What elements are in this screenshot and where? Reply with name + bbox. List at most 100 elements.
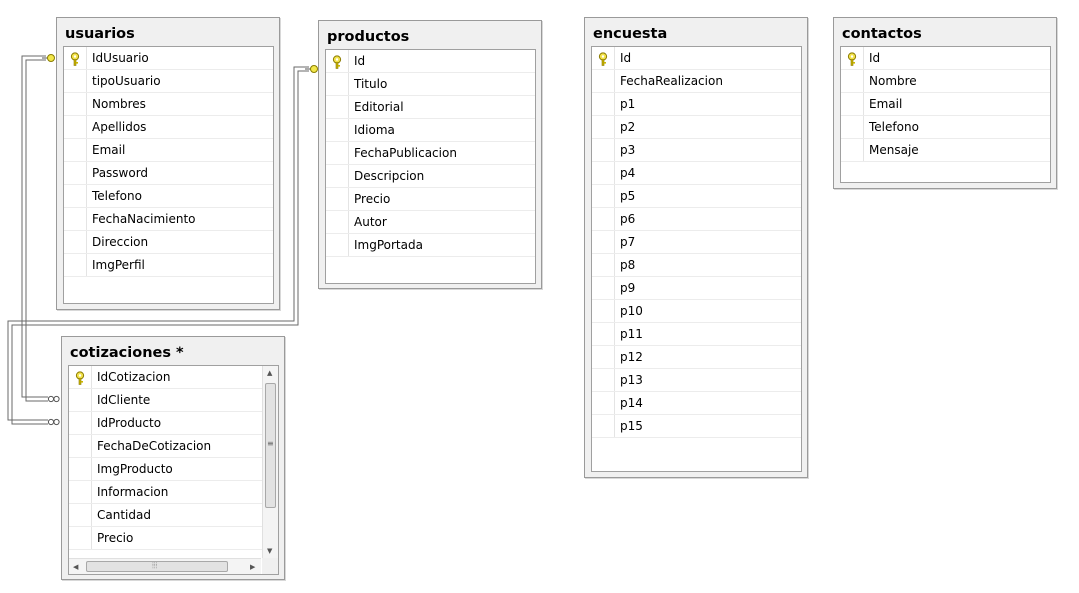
row-selector[interactable]: [326, 50, 349, 72]
scrollbar-thumb[interactable]: ⦙⦙⦙: [86, 561, 228, 572]
row-selector[interactable]: [841, 93, 864, 115]
row-selector[interactable]: [592, 392, 615, 414]
column-row[interactable]: ImgPerfil: [64, 254, 273, 277]
column-row[interactable]: p4: [592, 162, 801, 185]
scroll-left-icon[interactable]: ◀: [73, 563, 78, 571]
row-selector[interactable]: [592, 300, 615, 322]
horizontal-scrollbar[interactable]: ◀ ⦙⦙⦙ ▶: [69, 558, 261, 574]
column-row[interactable]: FechaNacimiento: [64, 208, 273, 231]
row-selector[interactable]: [69, 481, 92, 503]
column-row[interactable]: IdUsuario: [64, 47, 273, 70]
row-selector[interactable]: [592, 369, 615, 391]
column-row[interactable]: Nombre: [841, 70, 1050, 93]
column-row[interactable]: p12: [592, 346, 801, 369]
column-grid[interactable]: Id Nombre Email Telefono Mensaje: [840, 46, 1051, 183]
row-selector[interactable]: [64, 254, 87, 276]
row-selector[interactable]: [64, 139, 87, 161]
column-grid[interactable]: IdCotizacion IdCliente IdProducto FechaDeCo…: [68, 365, 279, 575]
table-contactos[interactable]: contactos Id Nombre Email Telefono Mensaje: [833, 17, 1057, 189]
row-selector[interactable]: [64, 116, 87, 138]
column-row[interactable]: Informacion: [69, 481, 278, 504]
row-selector[interactable]: [64, 208, 87, 230]
row-selector[interactable]: [841, 116, 864, 138]
row-selector[interactable]: [326, 165, 349, 187]
row-selector[interactable]: [326, 188, 349, 210]
row-selector[interactable]: [592, 139, 615, 161]
row-selector[interactable]: [69, 458, 92, 480]
row-selector[interactable]: [592, 47, 615, 69]
column-row[interactable]: Password: [64, 162, 273, 185]
column-row[interactable]: Nombres: [64, 93, 273, 116]
column-row[interactable]: Telefono: [841, 116, 1050, 139]
column-row[interactable]: Precio: [69, 527, 278, 550]
scrollbar-thumb[interactable]: ≡: [265, 383, 276, 508]
column-row[interactable]: FechaPublicacion: [326, 142, 535, 165]
row-selector[interactable]: [326, 211, 349, 233]
row-selector[interactable]: [69, 412, 92, 434]
row-selector[interactable]: [841, 139, 864, 161]
column-row[interactable]: tipoUsuario: [64, 70, 273, 93]
table-cotizaciones[interactable]: cotizaciones * IdCotizacion IdCliente IdPr…: [61, 336, 285, 580]
row-selector[interactable]: [592, 93, 615, 115]
column-row[interactable]: ImgPortada: [326, 234, 535, 257]
column-row[interactable]: Id: [592, 47, 801, 70]
row-selector[interactable]: [64, 185, 87, 207]
column-row[interactable]: p11: [592, 323, 801, 346]
row-selector[interactable]: [64, 231, 87, 253]
column-row[interactable]: IdCliente: [69, 389, 278, 412]
column-row[interactable]: Direccion: [64, 231, 273, 254]
row-selector[interactable]: [64, 162, 87, 184]
column-row[interactable]: p5: [592, 185, 801, 208]
column-row[interactable]: Email: [64, 139, 273, 162]
row-selector[interactable]: [69, 389, 92, 411]
scroll-down-icon[interactable]: ▼: [267, 547, 272, 555]
scroll-right-icon[interactable]: ▶: [250, 563, 255, 571]
row-selector[interactable]: [64, 47, 87, 69]
column-row[interactable]: Titulo: [326, 73, 535, 96]
column-row[interactable]: Cantidad: [69, 504, 278, 527]
row-selector[interactable]: [592, 70, 615, 92]
column-row[interactable]: p6: [592, 208, 801, 231]
table-encuesta[interactable]: encuesta Id FechaRealizacion p1 p2 p3 p4 p5 p6 p…: [584, 17, 808, 478]
row-selector[interactable]: [592, 277, 615, 299]
row-selector[interactable]: [326, 119, 349, 141]
column-row[interactable]: FechaDeCotizacion: [69, 435, 278, 458]
row-selector[interactable]: [64, 70, 87, 92]
column-row[interactable]: Precio: [326, 188, 535, 211]
table-usuarios[interactable]: usuarios IdUsuario tipoUsuario Nombres Apel…: [56, 17, 280, 310]
scroll-up-icon[interactable]: ▲: [267, 369, 272, 377]
column-row[interactable]: Id: [326, 50, 535, 73]
row-selector[interactable]: [326, 96, 349, 118]
row-selector[interactable]: [64, 93, 87, 115]
column-grid[interactable]: Id FechaRealizacion p1 p2 p3 p4 p5 p6 p7 p8 p9 p10 p…: [591, 46, 802, 472]
row-selector[interactable]: [841, 70, 864, 92]
row-selector[interactable]: [592, 208, 615, 230]
column-row[interactable]: Autor: [326, 211, 535, 234]
row-selector[interactable]: [69, 435, 92, 457]
row-selector[interactable]: [592, 254, 615, 276]
column-row[interactable]: ImgProducto: [69, 458, 278, 481]
column-row[interactable]: Editorial: [326, 96, 535, 119]
column-row[interactable]: p14: [592, 392, 801, 415]
column-row[interactable]: p10: [592, 300, 801, 323]
row-selector[interactable]: [69, 504, 92, 526]
column-grid[interactable]: Id Titulo Editorial Idioma FechaPublicacion D…: [325, 49, 536, 284]
column-row[interactable]: Email: [841, 93, 1050, 116]
column-row[interactable]: p7: [592, 231, 801, 254]
column-row[interactable]: p9: [592, 277, 801, 300]
row-selector[interactable]: [69, 527, 92, 549]
row-selector[interactable]: [592, 116, 615, 138]
column-row[interactable]: FechaRealizacion: [592, 70, 801, 93]
column-grid[interactable]: IdUsuario tipoUsuario Nombres Apellidos Emai…: [63, 46, 274, 304]
row-selector[interactable]: [326, 73, 349, 95]
column-row[interactable]: p3: [592, 139, 801, 162]
column-row[interactable]: p8: [592, 254, 801, 277]
column-row[interactable]: Id: [841, 47, 1050, 70]
column-row[interactable]: p15: [592, 415, 801, 438]
column-row[interactable]: IdCotizacion: [69, 366, 278, 389]
row-selector[interactable]: [326, 142, 349, 164]
row-selector[interactable]: [592, 162, 615, 184]
row-selector[interactable]: [326, 234, 349, 256]
row-selector[interactable]: [841, 47, 864, 69]
row-selector[interactable]: [592, 323, 615, 345]
